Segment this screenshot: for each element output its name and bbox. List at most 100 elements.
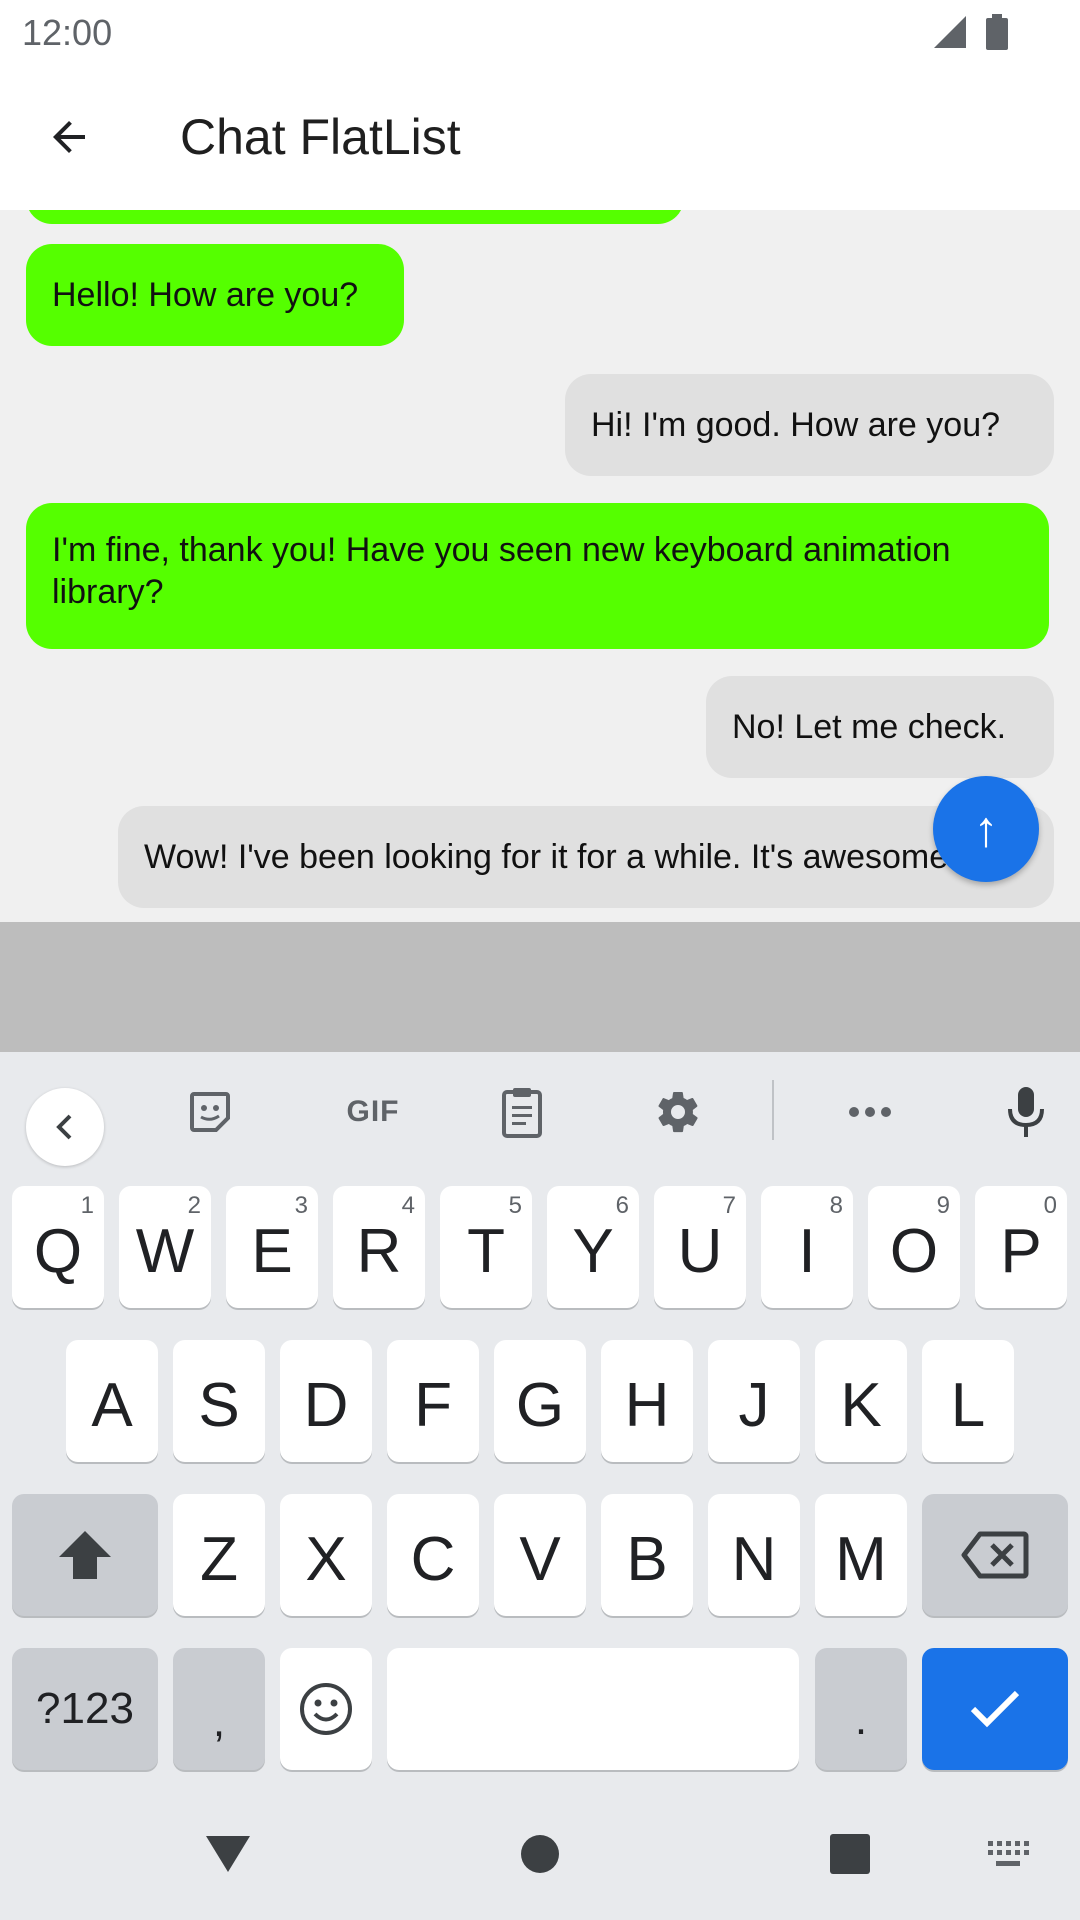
key-m[interactable]: M — [815, 1494, 907, 1616]
key-l[interactable]: L — [922, 1340, 1014, 1462]
collapse-toolbar-button[interactable] — [26, 1088, 104, 1166]
key-label: S — [198, 1370, 240, 1440]
key-hint: 6 — [615, 1192, 629, 1219]
key-label: J — [738, 1370, 770, 1440]
message-text: Wow! I've been looking for it for a whil… — [144, 838, 958, 876]
key-label: V — [519, 1524, 561, 1594]
key-d[interactable]: D — [280, 1340, 372, 1462]
status-bar: 12:00 — [0, 0, 1080, 64]
comma-key[interactable]: , — [173, 1648, 265, 1770]
key-label: F — [414, 1370, 452, 1440]
back-button[interactable] — [36, 104, 102, 170]
key-h[interactable]: H — [601, 1340, 693, 1462]
nav-back-button[interactable] — [196, 1822, 260, 1886]
home-circle-icon — [521, 1835, 559, 1873]
message-bubble: I'm fine, thank you! Have you seen new k… — [26, 503, 1049, 649]
key-label: A — [91, 1370, 133, 1440]
triangle-down-icon — [206, 1836, 250, 1872]
shift-key[interactable] — [12, 1494, 158, 1616]
key-e[interactable]: 3E — [226, 1186, 318, 1308]
key-q[interactable]: 1Q — [12, 1186, 104, 1308]
page-title: Chat FlatList — [180, 109, 461, 165]
sticker-button[interactable] — [174, 1080, 246, 1144]
message-bubble: Hi! I'm good. How are you? — [565, 374, 1054, 476]
chat-list[interactable]: Hello! How are you? Hi! I'm good. How ar… — [0, 210, 1080, 922]
key-label: Z — [200, 1524, 238, 1594]
clipboard-button[interactable] — [486, 1080, 558, 1144]
key-label: T — [467, 1216, 505, 1286]
key-w[interactable]: 2W — [119, 1186, 211, 1308]
symbols-label: ?123 — [36, 1684, 134, 1733]
key-z[interactable]: Z — [173, 1494, 265, 1616]
message-bubble-partial — [26, 210, 684, 224]
key-o[interactable]: 9O — [868, 1186, 960, 1308]
mic-icon — [1008, 1087, 1044, 1137]
navigation-bar — [0, 1786, 1080, 1920]
arrow-back-icon — [53, 121, 85, 153]
key-label: Y — [572, 1216, 614, 1286]
status-time: 12:00 — [22, 12, 113, 53]
nav-home-button[interactable] — [508, 1822, 572, 1886]
key-s[interactable]: S — [173, 1340, 265, 1462]
key-x[interactable]: X — [280, 1494, 372, 1616]
key-g[interactable]: G — [494, 1340, 586, 1462]
key-k[interactable]: K — [815, 1340, 907, 1462]
keyboard-switch-button[interactable] — [976, 1822, 1040, 1886]
message-text: Hello! How are you? — [52, 276, 359, 314]
toolbar-divider — [772, 1080, 774, 1140]
key-label: K — [840, 1370, 882, 1440]
key-hint: 2 — [187, 1192, 201, 1219]
key-j[interactable]: J — [708, 1340, 800, 1462]
nav-recents-button[interactable] — [818, 1822, 882, 1886]
key-n[interactable]: N — [708, 1494, 800, 1616]
more-button[interactable] — [834, 1080, 906, 1144]
message-bubble: No! Let me check. — [706, 676, 1054, 778]
key-u[interactable]: 7U — [654, 1186, 746, 1308]
key-b[interactable]: B — [601, 1494, 693, 1616]
key-hint: 1 — [80, 1192, 94, 1219]
key-hint: 7 — [722, 1192, 736, 1219]
input-region[interactable] — [0, 922, 1080, 1052]
key-label: G — [515, 1370, 565, 1440]
gear-icon — [658, 1092, 698, 1133]
key-c[interactable]: C — [387, 1494, 479, 1616]
symbols-key[interactable]: ?123 — [12, 1648, 158, 1770]
settings-button[interactable] — [642, 1080, 714, 1144]
key-label: H — [624, 1370, 670, 1440]
message-bubble: Wow! I've been looking for it for a whil… — [118, 806, 1054, 908]
comma-label: , — [212, 1697, 226, 1746]
backspace-key[interactable] — [922, 1494, 1068, 1616]
message-text: No! Let me check. — [732, 708, 1007, 746]
period-key[interactable]: . — [815, 1648, 907, 1770]
voice-input-button[interactable] — [990, 1080, 1062, 1144]
key-t[interactable]: 5T — [440, 1186, 532, 1308]
key-r[interactable]: 4R — [333, 1186, 425, 1308]
enter-key[interactable] — [922, 1648, 1068, 1770]
key-label: X — [305, 1524, 347, 1594]
key-hint: 3 — [294, 1192, 308, 1219]
key-v[interactable]: V — [494, 1494, 586, 1616]
key-y[interactable]: 6Y — [547, 1186, 639, 1308]
key-label: U — [677, 1216, 723, 1286]
key-hint: 0 — [1043, 1192, 1057, 1219]
key-p[interactable]: 0P — [975, 1186, 1067, 1308]
emoji-icon — [300, 1683, 352, 1735]
gif-label: GIF — [346, 1095, 400, 1128]
battery-icon — [986, 14, 1008, 50]
gif-button[interactable]: GIF — [328, 1080, 418, 1144]
space-key[interactable] — [387, 1648, 799, 1770]
period-label: . — [854, 1695, 868, 1744]
key-label: M — [835, 1524, 887, 1594]
emoji-key[interactable] — [280, 1648, 372, 1770]
key-label: W — [135, 1216, 195, 1286]
arrow-up-icon: ↑ — [973, 801, 999, 857]
key-a[interactable]: A — [66, 1340, 158, 1462]
key-f[interactable]: F — [387, 1340, 479, 1462]
sticker-icon — [190, 1092, 230, 1132]
status-icons — [932, 14, 1008, 50]
key-i[interactable]: 8I — [761, 1186, 853, 1308]
keyboard-icon — [988, 1841, 1029, 1866]
key-label: I — [798, 1216, 816, 1286]
scroll-to-top-button[interactable]: ↑ — [933, 776, 1039, 882]
key-hint: 5 — [508, 1192, 522, 1219]
